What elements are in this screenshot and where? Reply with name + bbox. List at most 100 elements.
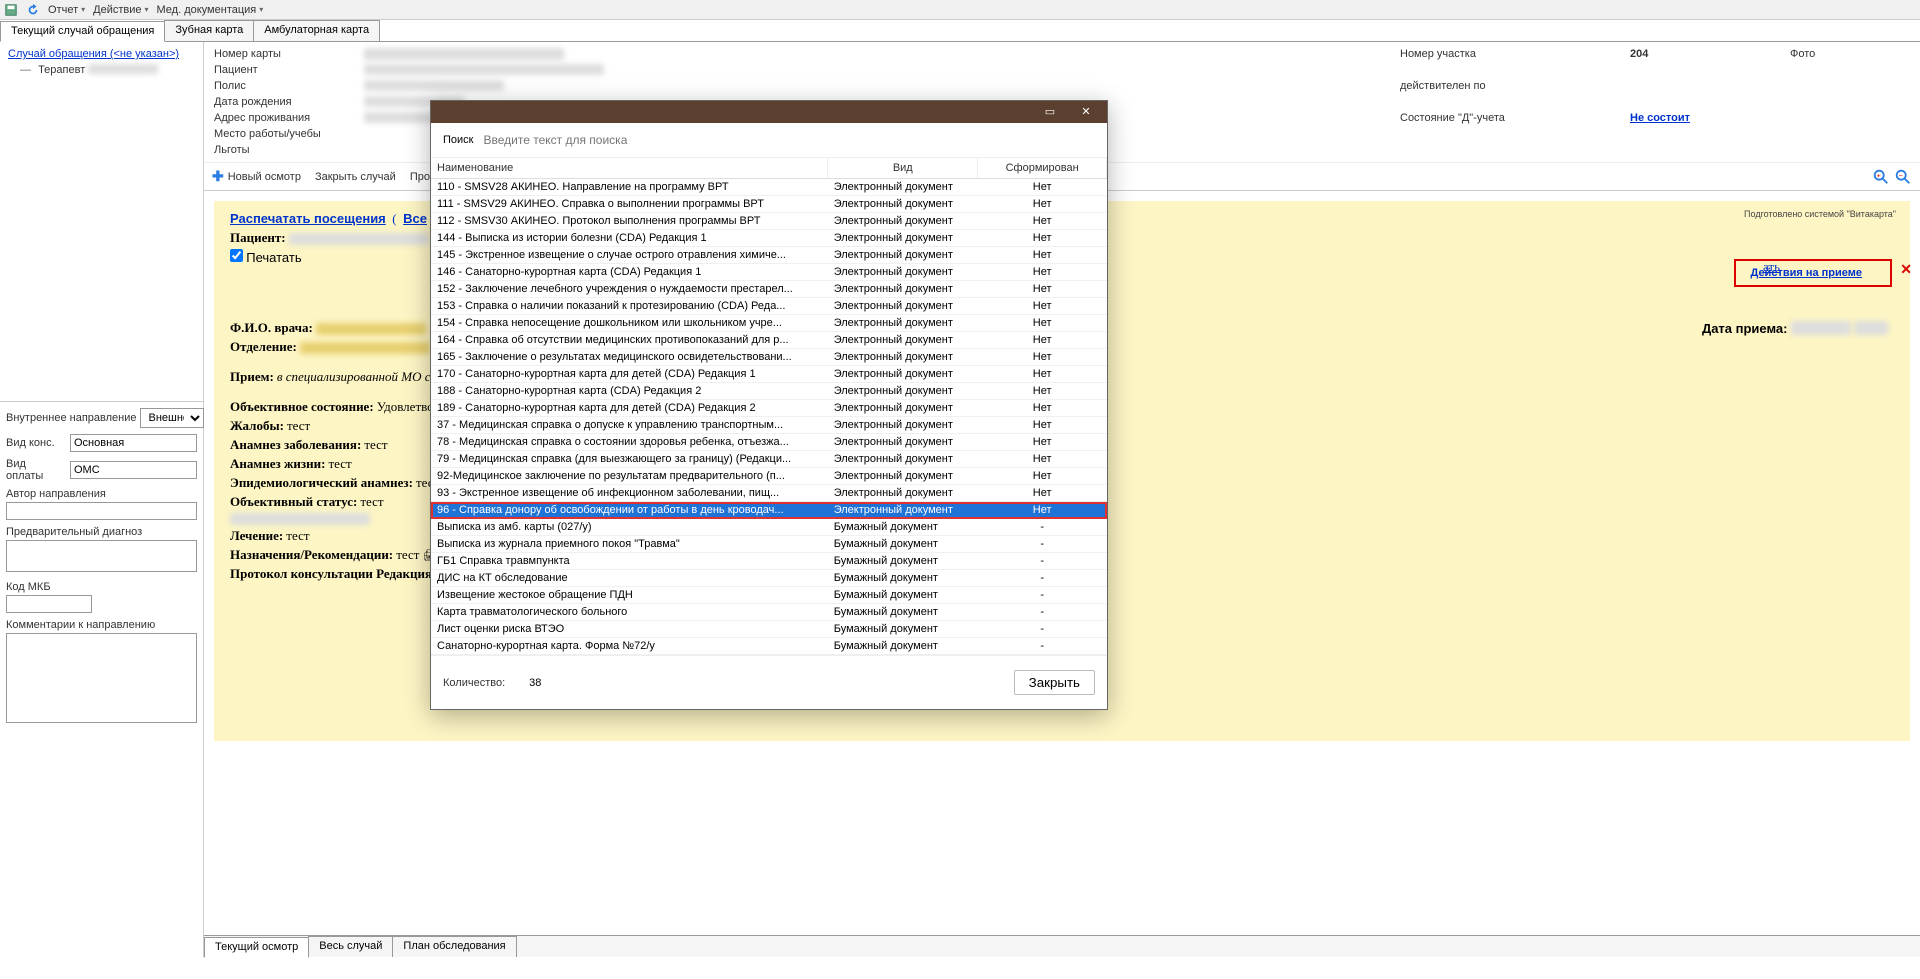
table-row[interactable]: 145 - Экстренное извещение о случае остр… [431,247,1107,264]
author-input[interactable] [6,502,197,520]
tab-whole-case[interactable]: Весь случай [308,936,393,957]
search-input[interactable] [483,133,1095,147]
work-label: Место работы/учебы [214,128,354,140]
table-row[interactable]: 146 - Санаторно-курортная карта (CDA) Ре… [431,264,1107,281]
col-name[interactable]: Наименование [431,158,828,179]
menu-action[interactable]: Действие [93,4,148,16]
tab-current-case[interactable]: Текущий случай обращения [0,21,165,42]
addr-label: Адрес проживания [214,112,354,124]
dialog-table-wrap[interactable]: Наименование Вид Сформирован 110 - SMSV2… [431,158,1107,655]
doc-treat-val: тест [286,528,309,543]
table-row[interactable]: 96 - Справка донору об освобождении от р… [431,502,1107,519]
table-row[interactable]: 188 - Санаторно-курортная карта (CDA) Ре… [431,383,1107,400]
doc-treat-label: Лечение: [230,528,283,543]
document-table: Наименование Вид Сформирован 110 - SMSV2… [431,158,1107,655]
document-picker-dialog: ▭ ✕ Поиск Наименование Вид Сформирован 1… [430,100,1108,710]
cons-input[interactable] [70,434,197,452]
dir-internal-label: Внутреннее направление [6,412,136,424]
print-visits-link[interactable]: Распечатать посещения [230,211,386,226]
pay-input[interactable] [70,461,197,479]
table-row[interactable]: Извещение жестокое обращение ПДНБумажный… [431,587,1107,604]
zoom-out-icon[interactable]: − [1894,168,1912,186]
table-row[interactable]: ГБ1 Справка травмпунктаБумажный документ… [431,553,1107,570]
maximize-icon[interactable]: ▭ [1033,103,1067,121]
redacted: x [300,342,430,354]
doc-anamlife-label: Анамнез жизни: [230,456,325,471]
save-icon[interactable] [4,3,18,17]
tab-dental[interactable]: Зубная карта [164,20,254,41]
table-row[interactable]: 37 - Медицинская справка о допуске к упр… [431,417,1107,434]
table-row[interactable]: 78 - Медицинская справка о состоянии здо… [431,434,1107,451]
table-row[interactable]: 112 - SMSV30 АКИНЕО. Протокол выполнения… [431,213,1107,230]
dialog-footer: Количество: 38 Закрыть [431,655,1107,709]
dialog-titlebar[interactable]: ▭ ✕ [431,101,1107,123]
close-case-button[interactable]: Закрыть случай [315,171,396,183]
left-panel: Случай обращения (<не указан>) Терапевт … [0,42,204,957]
doc-recom-label: Назначения/Рекомендации: [230,547,393,562]
dir-external-select[interactable]: Внешне [140,408,204,428]
bottom-tabs: Текущий осмотр Весь случай План обследов… [204,935,1920,957]
polis-label: Полис [214,80,354,92]
doc-complaints-val: тест [287,418,310,433]
print-checkbox[interactable] [230,249,243,262]
area-value: 204 [1630,48,1780,60]
col-kind[interactable]: Вид [828,158,978,179]
close-icon[interactable]: ✕ [1900,261,1912,278]
doc-objstatus-val: тест [360,494,383,509]
comments-input[interactable] [6,633,197,723]
table-row[interactable]: 164 - Справка об отсутствии медицинских … [431,332,1107,349]
diag-input[interactable] [6,540,197,572]
table-row[interactable]: Санаторно-курортная карта. Форма №72/уБу… [431,638,1107,655]
menu-meddoc[interactable]: Мед. документация [157,4,264,16]
mkb-input[interactable] [6,595,92,613]
table-row[interactable]: Карта травматологического больногоБумажн… [431,604,1107,621]
redacted: x [364,64,604,75]
table-row[interactable]: 152 - Заключение лечебного учреждения о … [431,281,1107,298]
table-row[interactable]: Выписка из журнала приемного покоя "Трав… [431,536,1107,553]
pay-label: Вид оплаты [6,458,66,482]
table-row[interactable]: 170 - Санаторно-курортная карта для дете… [431,366,1107,383]
table-row[interactable]: Выписка из амб. карты (027/у)Бумажный до… [431,519,1107,536]
tab-current-exam[interactable]: Текущий осмотр [204,937,309,958]
col-formed[interactable]: Сформирован [978,158,1107,179]
table-row[interactable]: 79 - Медицинская справка (для выезжающег… [431,451,1107,468]
tab-exam-plan[interactable]: План обследования [392,936,516,957]
tree-therapist[interactable]: Терапевт xxxxx [4,62,199,78]
svg-text:+: + [1877,170,1881,179]
table-row[interactable]: ДИС на КТ обследованиеБумажный документ- [431,570,1107,587]
redacted: x [1791,321,1851,335]
redacted: x [316,323,426,335]
table-row[interactable]: 110 - SMSV28 АКИНЕО. Направление на прог… [431,179,1107,196]
table-row[interactable]: 154 - Справка непосещение дошкольником и… [431,315,1107,332]
doc-fio-label: Ф.И.О. врача: [230,320,313,335]
table-row[interactable]: 144 - Выписка из истории болезни (CDA) Р… [431,230,1107,247]
print-all-link[interactable]: Все [403,211,427,226]
close-icon[interactable]: ✕ [1069,103,1103,121]
doc-patient-label: Пациент: [230,230,286,245]
tree-case-link[interactable]: Случай обращения (<не указан>) [4,46,199,62]
table-row[interactable]: 189 - Санаторно-курортная карта для дете… [431,400,1107,417]
new-exam-label: Новый осмотр [228,171,301,183]
menu-report[interactable]: Отчет [48,4,85,16]
doc-reception-label: Прием: [230,369,274,384]
table-row[interactable]: 153 - Справка о наличии показаний к прот… [431,298,1107,315]
refresh-icon[interactable] [26,3,40,17]
left-form: Внутреннее направление Внешне Вид конс. … [0,402,203,957]
diag-label: Предварительный диагноз [6,526,197,538]
zoom-in-icon[interactable]: + [1872,168,1890,186]
tab-ambulatory[interactable]: Амбулаторная карта [253,20,380,41]
table-row[interactable]: Лист оценки риска ВТЭОБумажный документ- [431,621,1107,638]
redacted: x [289,233,429,245]
main-tabs: Текущий случай обращения Зубная карта Ам… [0,20,1920,42]
table-row[interactable]: 93 - Экстренное извещение об инфекционно… [431,485,1107,502]
doc-anamdis-val: тест [364,437,387,452]
table-row[interactable]: 165 - Заключение о результатах медицинск… [431,349,1107,366]
table-row[interactable]: 111 - SMSV29 АКИНЕО. Справка о выполнени… [431,196,1107,213]
count-label: Количество: [443,677,505,689]
dstate-link[interactable]: Не состоит [1630,112,1690,124]
author-label: Автор направления [6,488,197,500]
new-exam-button[interactable]: ✚Новый осмотр [212,168,301,185]
table-row[interactable]: 92-Медицинское заключение по результатам… [431,468,1107,485]
actions-link[interactable]: Действия на приеме [1750,267,1862,279]
close-button[interactable]: Закрыть [1014,670,1095,695]
